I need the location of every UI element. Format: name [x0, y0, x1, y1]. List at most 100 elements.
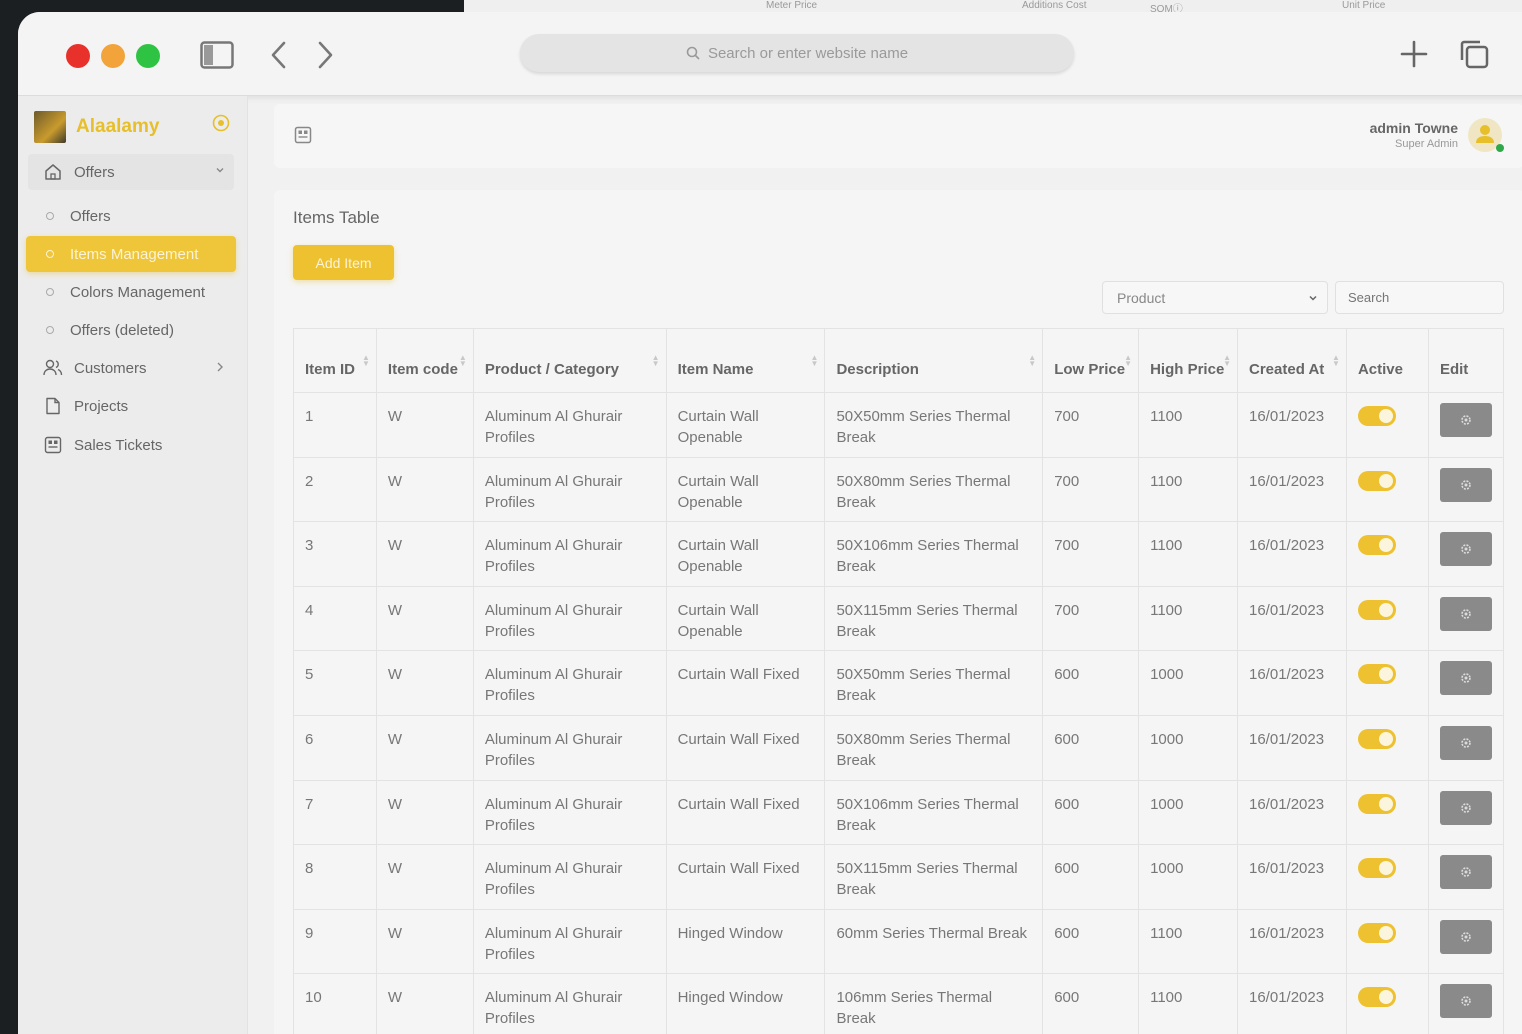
edit-button[interactable]	[1439, 403, 1492, 437]
address-bar[interactable]: Search or enter website name	[520, 34, 1074, 72]
edit-button[interactable]	[1439, 855, 1492, 890]
cell-high: 1100	[1138, 973, 1238, 1034]
bullet-icon	[46, 288, 54, 296]
cell-created: 16/01/2023	[1237, 456, 1347, 523]
edit-button[interactable]	[1439, 532, 1492, 567]
cell-low: 700	[1042, 392, 1140, 458]
table-row: 9 W Aluminum Al Ghurair Profiles Hinged Win…	[293, 908, 1505, 975]
add-item-button[interactable]: Add Item	[293, 245, 394, 280]
back-arrow-icon[interactable]	[266, 38, 292, 72]
active-toggle[interactable]	[1357, 858, 1396, 879]
column-label: Active	[1357, 361, 1403, 378]
column-header-description[interactable]: Description ▲ ▼	[824, 328, 1044, 393]
edit-button[interactable]	[1439, 596, 1492, 631]
maximize-window-button[interactable]	[136, 44, 160, 68]
sidebar-item-projects[interactable]: Projects	[26, 388, 236, 424]
bullet-icon	[46, 326, 54, 334]
active-toggle[interactable]	[1357, 470, 1396, 491]
sort-icon: ▲ ▼	[1332, 353, 1340, 368]
bullet-icon	[46, 212, 54, 220]
file-icon	[42, 397, 64, 415]
active-toggle[interactable]	[1357, 728, 1396, 749]
cell-id: 10	[293, 973, 377, 1034]
cell-name: Curtain Wall Openable	[665, 392, 826, 458]
column-header-high-price[interactable]: High Price ▲ ▼	[1138, 328, 1238, 393]
column-label: Item ID	[305, 361, 356, 378]
close-window-button[interactable]	[66, 44, 90, 68]
active-toggle[interactable]	[1357, 406, 1396, 426]
column-header-item-name[interactable]: Item Name ▲ ▼	[665, 328, 826, 393]
sidebar-item-offers[interactable]: Offers	[26, 198, 236, 234]
cell-edit	[1427, 714, 1505, 781]
column-header-low-price[interactable]: Low Price ▲ ▼	[1042, 328, 1140, 393]
address-bar-placeholder: Search or enter website name	[707, 44, 909, 62]
active-toggle[interactable]	[1357, 922, 1396, 943]
sidebar-item-items-management[interactable]: Items Management	[26, 236, 236, 272]
sidebar-item-customers[interactable]: Customers	[26, 350, 236, 386]
cell-name: Curtain Wall Openable	[665, 585, 826, 652]
active-toggle[interactable]	[1357, 793, 1396, 814]
column-header-item-code[interactable]: Item code ▲ ▼	[375, 328, 474, 393]
sort-icon: ▲ ▼	[1028, 353, 1037, 368]
active-toggle[interactable]	[1357, 535, 1396, 556]
cell-description: 60mm Series Thermal Break	[824, 908, 1044, 975]
table-row: 7 W Aluminum Al Ghurair Profiles Curtain Wa…	[293, 779, 1505, 846]
column-header-product-category[interactable]: Product / Category ▲ ▼	[472, 328, 667, 393]
edit-button[interactable]	[1439, 919, 1492, 954]
cell-created: 16/01/2023	[1237, 392, 1347, 458]
active-toggle[interactable]	[1357, 599, 1396, 620]
cell-name: Hinged Window	[665, 973, 826, 1034]
sidebar-toggle-icon[interactable]	[200, 40, 234, 70]
cell-code: W	[375, 392, 474, 458]
cell-name: Curtain Wall Fixed	[665, 650, 826, 716]
cell-edit	[1427, 844, 1505, 910]
minimize-window-button[interactable]	[101, 44, 125, 68]
sidebar-item-colors-management[interactable]: Colors Management	[26, 274, 236, 310]
sidebar-item-label: Sales Tickets	[74, 436, 163, 454]
edit-button[interactable]	[1439, 790, 1492, 825]
active-toggle[interactable]	[1357, 664, 1396, 685]
menu-group-label: Offers	[74, 163, 115, 181]
cell-edit	[1427, 456, 1505, 523]
avatar[interactable]	[1468, 118, 1504, 152]
cell-category: Aluminum Al Ghurair Profiles	[472, 908, 667, 975]
cell-id: 3	[293, 521, 377, 587]
users-icon	[42, 359, 64, 377]
edit-button[interactable]	[1439, 661, 1492, 696]
column-header-created-at[interactable]: Created At ▲ ▼	[1237, 328, 1347, 393]
column-header-item-id[interactable]: Item ID ▲ ▼	[293, 328, 377, 393]
edit-button[interactable]	[1439, 467, 1492, 502]
sidebar-item-label: Offers (deleted)	[70, 321, 174, 339]
column-header-edit: Edit	[1427, 328, 1505, 393]
sort-icon: ▲ ▼	[362, 353, 370, 368]
target-icon[interactable]	[212, 114, 230, 132]
sidebar-item-offers-deleted[interactable]: Offers (deleted)	[26, 312, 236, 348]
sidebar-item-sales-tickets[interactable]: Sales Tickets	[26, 427, 236, 463]
cell-id: 8	[293, 844, 377, 910]
cell-name: Curtain Wall Fixed	[665, 714, 826, 781]
menu-group-offers[interactable]: Offers	[28, 154, 234, 190]
cell-code: W	[375, 973, 474, 1034]
cell-low: 700	[1042, 521, 1140, 587]
edit-button[interactable]	[1439, 725, 1492, 760]
forward-arrow-icon[interactable]	[312, 38, 338, 72]
edit-button[interactable]	[1439, 984, 1492, 1019]
items-table: Item ID ▲ ▼ Item code ▲ ▼ Product / Category…	[293, 328, 1505, 1034]
brand-logo	[34, 111, 66, 143]
active-toggle[interactable]	[1357, 987, 1396, 1008]
sort-icon: ▲ ▼	[1124, 353, 1133, 368]
cell-description: 50X115mm Series Thermal Break	[824, 844, 1044, 910]
table-row: 8 W Aluminum Al Ghurair Profiles Curtain Wa…	[293, 844, 1505, 910]
gear-icon	[1461, 673, 1471, 684]
plus-icon[interactable]	[1396, 36, 1432, 72]
user-info[interactable]: admin Towne Super Admin	[1370, 120, 1458, 150]
tab-overview-icon[interactable]	[1456, 36, 1492, 72]
cell-low: 600	[1042, 844, 1140, 910]
layout-toggle-icon[interactable]	[294, 126, 312, 149]
cell-active	[1345, 521, 1429, 587]
user-role: Super Admin	[1395, 138, 1458, 150]
brand[interactable]: Alaalamy	[34, 111, 159, 143]
search-input[interactable]	[1335, 281, 1504, 314]
cell-edit	[1427, 908, 1505, 975]
product-filter-select[interactable]: Product	[1102, 281, 1328, 314]
